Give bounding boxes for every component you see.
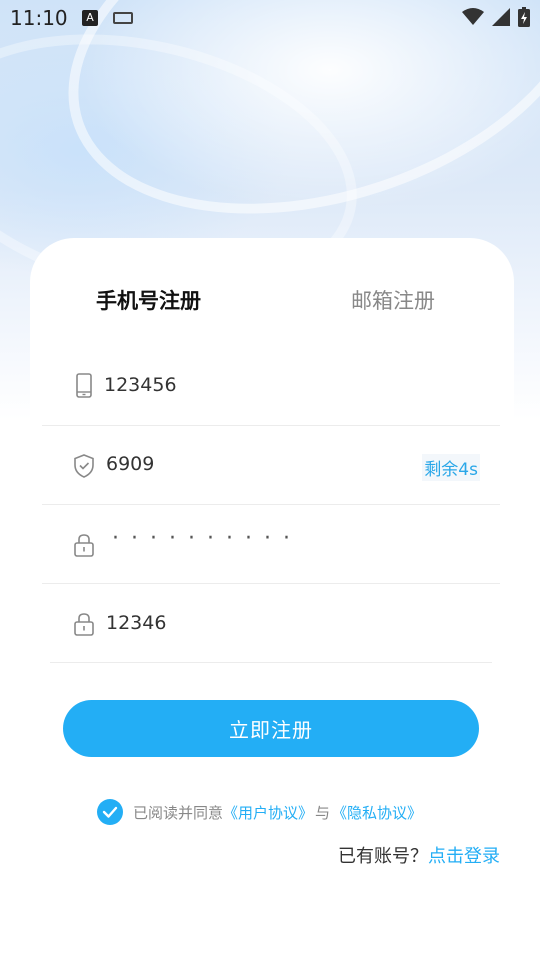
code-field[interactable]: 6909 剩余4s	[42, 426, 500, 505]
countdown-badge: 剩余4s	[422, 454, 480, 481]
battery-icon	[518, 7, 530, 27]
tab-email-register[interactable]: 邮箱注册	[351, 285, 435, 315]
password-value[interactable]: ··········	[112, 526, 302, 551]
check-icon	[102, 806, 118, 818]
status-bar: 11:10 A	[0, 0, 540, 36]
wifi-icon	[462, 8, 484, 25]
login-row: 已有账号？点击登录	[338, 842, 500, 868]
agreement-row: 已阅读并同意 《用户协议》 与 《隐私协议》	[97, 798, 422, 826]
signal-icon	[492, 8, 510, 26]
status-time: 11:10	[10, 6, 68, 30]
agree-checkbox[interactable]	[97, 799, 123, 825]
confirm-password-value[interactable]: 12346	[106, 612, 166, 634]
login-link[interactable]: 点击登录	[428, 846, 500, 867]
register-button[interactable]: 立即注册	[63, 700, 479, 757]
lock-icon	[74, 534, 94, 557]
password-field[interactable]: ··········	[42, 505, 500, 584]
keyboard-icon	[113, 12, 133, 24]
phone-value[interactable]: 123456	[104, 374, 177, 396]
login-question: 已有账号？	[338, 846, 428, 867]
confirm-password-field[interactable]: 12346	[50, 584, 492, 663]
agreement-connector: 与	[315, 803, 331, 822]
tab-phone-register[interactable]: 手机号注册	[96, 285, 201, 315]
phone-icon	[76, 373, 92, 398]
code-value[interactable]: 6909	[106, 453, 154, 475]
shield-icon	[74, 454, 94, 478]
agreement-prefix: 已阅读并同意	[133, 803, 224, 822]
phone-field[interactable]: 123456	[42, 347, 500, 426]
user-agreement-link[interactable]: 《用户协议》	[223, 802, 313, 823]
a-badge-icon: A	[82, 10, 98, 26]
lock-icon	[74, 613, 94, 636]
privacy-agreement-link[interactable]: 《隐私协议》	[332, 802, 422, 823]
